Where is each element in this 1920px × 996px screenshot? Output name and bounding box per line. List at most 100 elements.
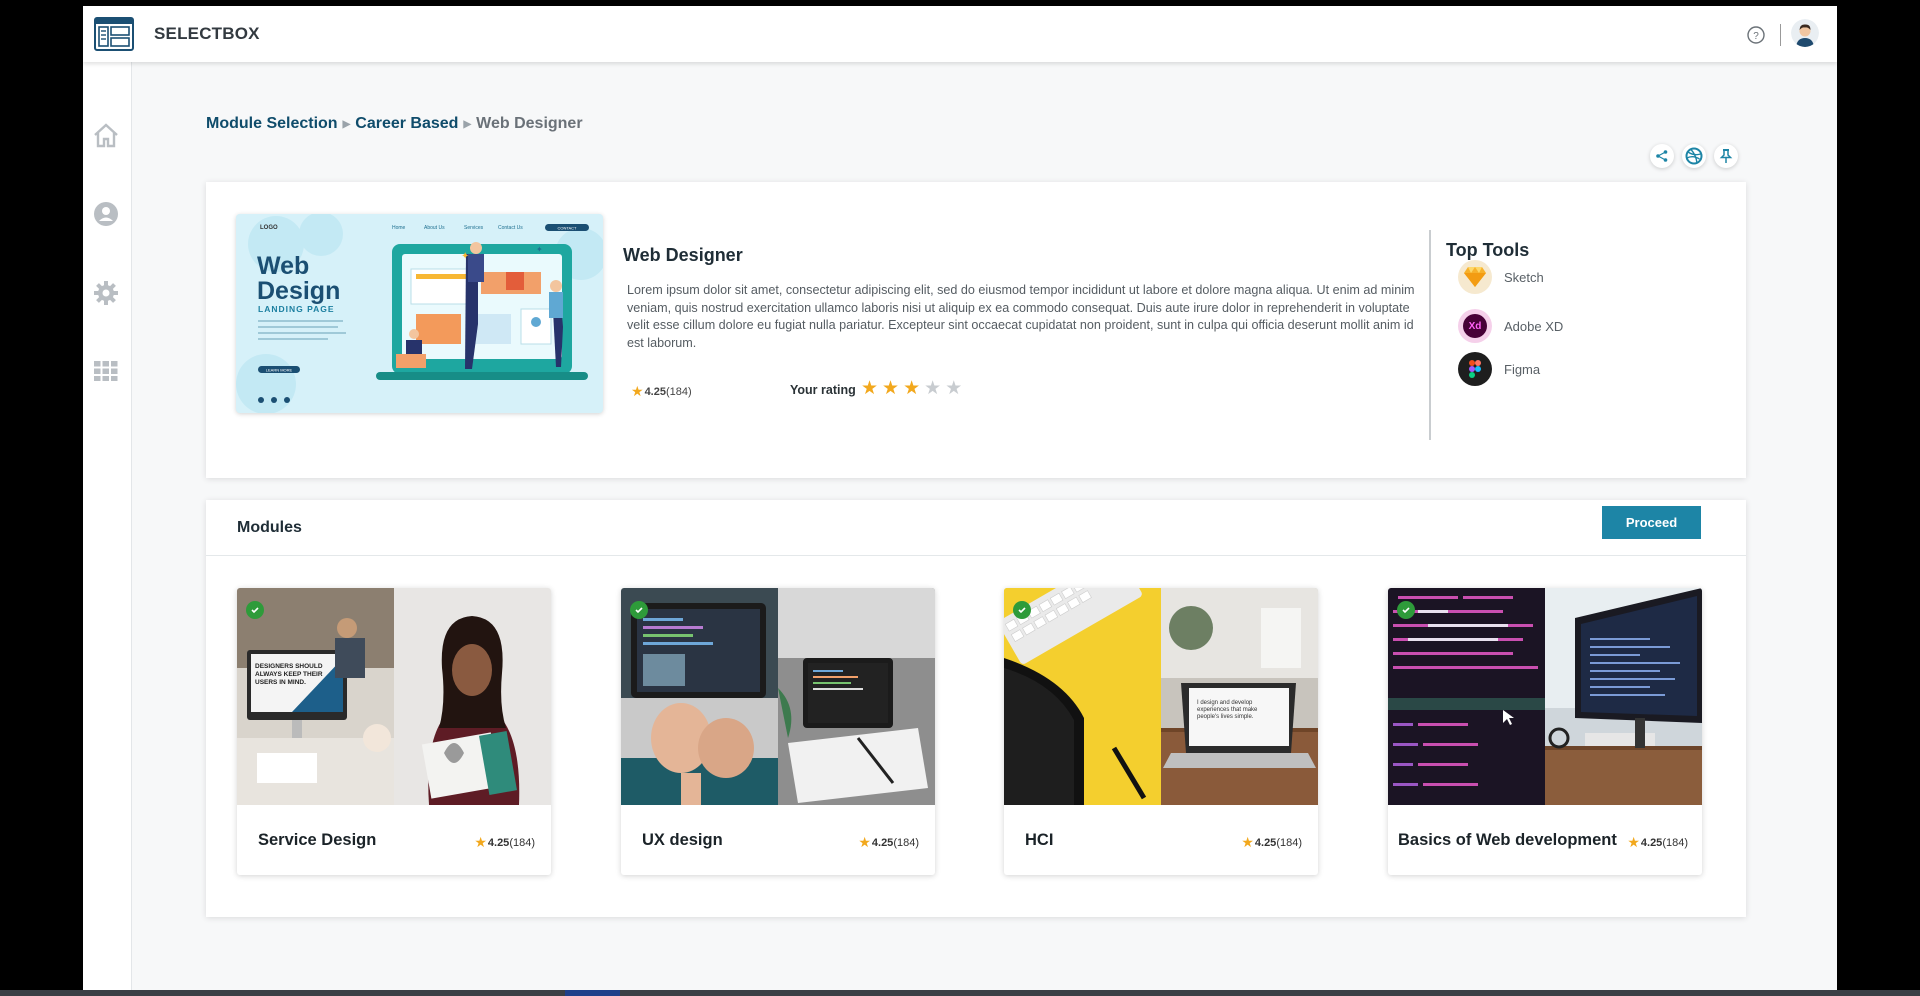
illustration-subline: LANDING PAGE: [258, 304, 335, 314]
adobe-xd-badge: Xd: [1463, 314, 1487, 338]
breadcrumb-career-based[interactable]: Career Based: [355, 115, 458, 133]
check-icon[interactable]: [1013, 601, 1031, 619]
header-divider: [1780, 24, 1781, 46]
module-rating-value: 4.25: [871, 836, 894, 849]
illustration-headline-2: Design: [257, 277, 340, 305]
taskbar-active-segment: [565, 990, 620, 996]
modules-title: Modules: [237, 519, 302, 536]
module-name: HCI: [1025, 831, 1054, 849]
module-rating-count: (184): [1662, 836, 1688, 849]
user-avatar-icon[interactable]: [1791, 19, 1819, 47]
pin-button[interactable]: [1714, 144, 1738, 168]
dribbble-button[interactable]: [1682, 144, 1706, 168]
module-rating: ★ 4.25 (184): [1627, 834, 1688, 851]
home-icon[interactable]: [89, 118, 123, 152]
breadcrumb-current: Web Designer: [476, 115, 583, 132]
tool-adobe-xd[interactable]: Xd Adobe XD: [1458, 309, 1563, 343]
tool-name: Figma: [1504, 361, 1541, 377]
star-icon: ★: [858, 834, 871, 850]
rating-star-icon[interactable]: ★: [882, 379, 899, 399]
module-card-hci[interactable]: I design and develop experiences that mak…: [1004, 588, 1318, 875]
module-name: Service Design: [258, 831, 377, 849]
module-rating: ★ 4.25 (184): [858, 834, 919, 851]
web-design-illustration: LOGO Home About Us Services Contact Us C…: [236, 214, 603, 413]
module-rating: ★ 4.25 (184): [1241, 834, 1302, 851]
module-rating-count: (184): [509, 836, 535, 849]
module-rating-value: 4.25: [1254, 836, 1277, 849]
rating-star-icon[interactable]: ★: [924, 379, 941, 399]
illustration-nav-contact: Contact Us: [498, 225, 523, 231]
career-description: Lorem ipsum dolor sit amet, consectetur …: [627, 283, 1415, 350]
vertical-divider: [1429, 230, 1431, 440]
module-card-basics-of-web-development[interactable]: Basics of Web development ★ 4.25 (184): [1388, 588, 1702, 875]
check-icon[interactable]: [1397, 601, 1415, 619]
modules-card: Modules Proceed DESIGNERS SHOULD ALWAYS …: [206, 500, 1746, 917]
profile-icon[interactable]: [89, 197, 123, 231]
module-rating: ★ 4.25 (184): [474, 834, 535, 851]
brand-name: SELECTBOX: [154, 24, 260, 43]
breadcrumb: Module Selection ▶ Career Based ▶ Web De…: [206, 115, 583, 133]
rating-star-icon[interactable]: ★: [903, 379, 920, 399]
svg-text:✦: ✦: [461, 251, 469, 262]
dribbble-icon: [1685, 147, 1703, 165]
module-card-ux-design[interactable]: UX design ★ 4.25 (184): [621, 588, 935, 875]
career-card: LOGO Home About Us Services Contact Us C…: [206, 182, 1746, 478]
share-icon: [1656, 150, 1668, 162]
modules-header: Modules Proceed: [206, 500, 1746, 556]
tool-figma[interactable]: Figma: [1458, 352, 1540, 386]
svg-text:?: ?: [1753, 31, 1759, 42]
module-rating-count: (184): [1276, 836, 1302, 849]
module-name: Basics of Web development: [1398, 831, 1617, 849]
adobe-xd-icon: Xd: [1458, 309, 1492, 343]
career-rating-value: 4.25: [644, 385, 666, 398]
illustration-headline-1: Web: [257, 252, 309, 280]
tool-name: Sketch: [1504, 269, 1544, 285]
module-rating-count: (184): [893, 836, 919, 849]
tool-name: Adobe XD: [1504, 318, 1564, 334]
top-header: SELECTBOX ?: [83, 6, 1837, 62]
app-window: SELECTBOX ? Module Selection ▶ Career Ba…: [83, 6, 1837, 992]
illustration-cta-text: CONTACT: [557, 226, 577, 231]
module-rating-value: 4.25: [487, 836, 510, 849]
module-rating-value: 4.25: [1640, 836, 1663, 849]
proceed-button[interactable]: Proceed: [1602, 506, 1701, 539]
sketch-icon: [1458, 260, 1492, 294]
career-rating: ★ 4.25 (184): [631, 383, 692, 400]
rating-star-icon[interactable]: ★: [945, 379, 962, 399]
module-image: [621, 588, 935, 805]
module-name: UX design: [642, 831, 723, 849]
your-rating-label: Your rating: [790, 383, 856, 397]
illustration-nav-services: Services: [464, 225, 484, 231]
apps-grid-icon[interactable]: [89, 354, 123, 388]
star-icon: ★: [474, 834, 487, 850]
star-icon: ★: [1241, 834, 1254, 850]
module-image-caption: I design and develop experiences that mak…: [1197, 700, 1258, 720]
career-rating-count: (184): [665, 385, 692, 398]
module-image: I design and develop experiences that mak…: [1004, 588, 1318, 805]
illustration-logo-text: LOGO: [260, 225, 278, 231]
breadcrumb-module-selection[interactable]: Module Selection: [206, 115, 338, 133]
breadcrumb-separator-icon: ▶: [342, 118, 351, 130]
question-circle-icon[interactable]: ?: [1746, 25, 1766, 45]
selectbox-logo-icon[interactable]: [94, 17, 134, 51]
taskbar-strip: [0, 990, 1920, 996]
star-icon: ★: [1627, 834, 1640, 850]
rating-star-icon[interactable]: ★: [861, 379, 878, 399]
pin-icon: [1719, 149, 1733, 163]
svg-text:✦: ✦: [536, 245, 543, 254]
tool-sketch[interactable]: Sketch: [1458, 260, 1544, 294]
settings-icon[interactable]: [89, 276, 123, 310]
module-image: [1388, 588, 1702, 805]
module-image: DESIGNERS SHOULD ALWAYS KEEP THEIR USERS I…: [237, 588, 551, 805]
check-icon[interactable]: [246, 601, 264, 619]
module-card-service-design[interactable]: DESIGNERS SHOULD ALWAYS KEEP THEIR USERS I…: [237, 588, 551, 875]
illustration-button-text: LEARN MORE: [266, 368, 293, 373]
illustration-nav-home: Home: [392, 225, 406, 231]
sidebar: [83, 62, 132, 992]
check-icon[interactable]: [630, 601, 648, 619]
your-rating-stars[interactable]: ★ ★ ★ ★ ★: [861, 379, 962, 399]
share-button[interactable]: [1650, 144, 1674, 168]
career-title: Web Designer: [623, 245, 743, 265]
top-tools-title: Top Tools: [1446, 240, 1530, 260]
breadcrumb-separator-icon: ▶: [463, 118, 472, 130]
